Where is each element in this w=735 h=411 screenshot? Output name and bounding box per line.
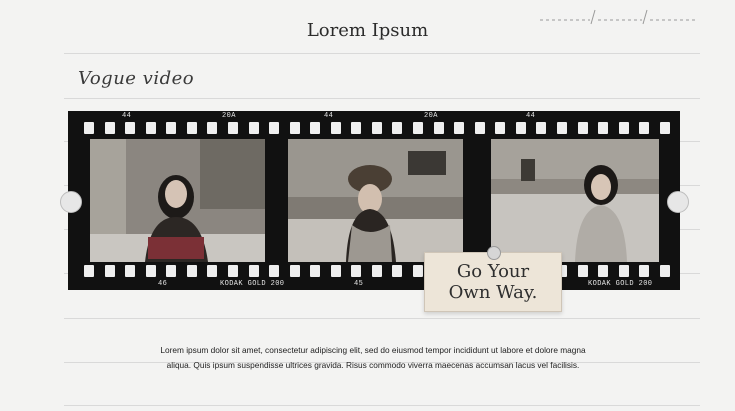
body-paragraph: Lorem ipsum dolor sit amet, consectetur … — [108, 343, 638, 373]
film-frame-number: 44 — [122, 112, 132, 120]
film-frame-number: 44 — [526, 112, 536, 120]
note-line: Own Way. — [448, 282, 538, 303]
film-perforation — [659, 265, 670, 277]
film-perforation — [392, 122, 403, 134]
film-perforation — [186, 265, 197, 277]
film-perforation — [433, 122, 444, 134]
film-perforation — [577, 122, 588, 134]
film-perforation — [145, 265, 156, 277]
film-frame-number: 20A — [222, 112, 236, 120]
film-perforation — [639, 122, 650, 134]
film-perforation — [289, 122, 300, 134]
film-perforation — [269, 122, 280, 134]
film-hole-marker — [60, 191, 82, 213]
film-perforation — [413, 265, 423, 277]
divider-line — [64, 98, 700, 99]
film-perforation — [659, 122, 670, 134]
film-perforation — [330, 265, 341, 277]
divider-line — [64, 318, 700, 319]
film-perforation — [248, 122, 259, 134]
film-photo — [288, 139, 463, 262]
film-perforation — [289, 265, 300, 277]
film-brand-label: KODAK GOLD 200 — [220, 280, 285, 288]
film-perforation — [104, 265, 115, 277]
film-perforations-bottom — [84, 265, 670, 279]
film-perforation — [618, 122, 629, 134]
film-perforation — [227, 122, 238, 134]
film-perforation — [536, 122, 547, 134]
film-perforation — [330, 122, 341, 134]
film-perforations-top — [84, 122, 670, 136]
film-perforation — [84, 265, 94, 277]
film-perforation — [454, 122, 465, 134]
film-perforation — [104, 122, 115, 134]
film-perforation — [371, 122, 382, 134]
film-perforation — [495, 122, 506, 134]
divider-line — [64, 53, 700, 54]
film-perforation — [556, 122, 567, 134]
paragraph-line: aliqua. Quis ipsum suspendisse ultrices … — [166, 360, 580, 370]
film-brand-label: KODAK GOLD 200 — [588, 280, 653, 288]
film-frame-number: 46 — [158, 280, 168, 288]
film-perforation — [413, 122, 423, 134]
film-perforation — [351, 122, 362, 134]
film-frame-number: 45 — [354, 280, 364, 288]
film-perforation — [145, 122, 156, 134]
film-perforation — [618, 265, 629, 277]
film-perforation — [166, 265, 177, 277]
film-perforation — [639, 265, 650, 277]
film-perforation — [310, 265, 321, 277]
film-perforation — [392, 265, 403, 277]
film-perforation — [351, 265, 362, 277]
film-perforation — [84, 122, 94, 134]
film-photo — [90, 139, 265, 262]
film-perforation — [269, 265, 280, 277]
film-perforation — [310, 122, 321, 134]
note-line: Go Your — [456, 261, 530, 282]
page-title: Lorem Ipsum — [306, 20, 429, 41]
script-heading: Vogue video — [78, 68, 195, 89]
film-perforation — [598, 265, 609, 277]
film-perforation — [125, 122, 136, 134]
film-frame-number: 44 — [324, 112, 334, 120]
film-perforation — [371, 265, 382, 277]
film-perforation — [598, 122, 609, 134]
pin-icon — [487, 246, 501, 260]
film-perforation — [474, 122, 485, 134]
film-perforation — [577, 265, 588, 277]
film-perforation — [186, 122, 197, 134]
film-perforation — [207, 122, 218, 134]
slide-page: Lorem Ipsum Vogue video 44 20A 44 20A 44 — [0, 0, 735, 411]
film-perforation — [248, 265, 259, 277]
note-card: Go Your Own Way. — [424, 246, 562, 312]
film-perforation — [515, 122, 526, 134]
film-frame-number: 20A — [424, 112, 438, 120]
film-perforation — [125, 265, 136, 277]
film-photo — [491, 139, 659, 262]
film-hole-marker — [667, 191, 689, 213]
film-strip: 44 20A 44 20A 44 46 KODAK GOLD 200 45 KO… — [68, 111, 680, 290]
film-perforation — [166, 122, 177, 134]
film-perforation — [207, 265, 218, 277]
divider-line — [64, 405, 700, 406]
paragraph-line: Lorem ipsum dolor sit amet, consectetur … — [160, 345, 586, 355]
film-perforation — [227, 265, 238, 277]
